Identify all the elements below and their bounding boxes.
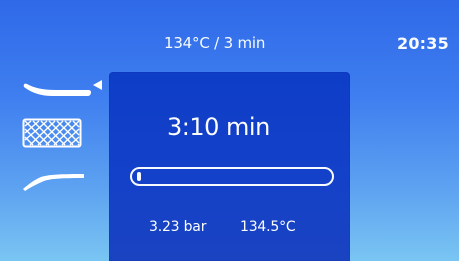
cycle-progress-bar (130, 167, 334, 186)
pressure-readout: 3.23 bar (149, 219, 207, 235)
cycle-progress-fill (137, 172, 141, 181)
remaining-time: 3:10 min (167, 113, 270, 141)
temperature-readout: 134.5°C (240, 219, 296, 235)
mesh-tray-icon[interactable] (22, 118, 82, 148)
sterilizer-screen: 134°C / 3 min 20:35 3:10 min 3.23 bar 13… (0, 0, 459, 261)
clock-label: 20:35 (397, 34, 449, 53)
curved-instrument-icon[interactable] (22, 168, 86, 192)
selected-item-arrow (93, 80, 102, 90)
handpiece-icon[interactable] (22, 76, 92, 104)
cycle-status-panel: 3:10 min 3.23 bar 134.5°C (109, 72, 350, 261)
program-label: 134°C / 3 min (164, 34, 266, 52)
